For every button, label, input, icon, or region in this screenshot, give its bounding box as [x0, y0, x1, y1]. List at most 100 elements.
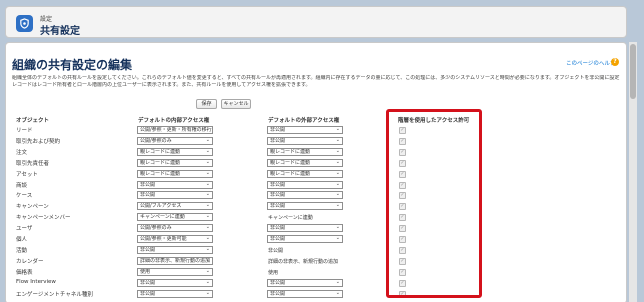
external-access-select[interactable]: 非公開 ⌄: [267, 290, 343, 298]
external-access-value: 非公開: [270, 192, 286, 198]
chevron-down-icon: ⌄: [205, 279, 210, 285]
row-object-label: 取引先責任者: [16, 161, 50, 167]
row-object-label: 価格表: [16, 270, 33, 276]
chevron-down-icon: ⌄: [205, 268, 210, 274]
external-access-value: 親レコードに連動: [270, 149, 311, 155]
internal-access-value: 公開/参照・更新可能: [140, 236, 187, 242]
internal-access-select[interactable]: 公開/参照のみ ⌄: [137, 137, 213, 145]
internal-access-select[interactable]: 使用 ⌄: [137, 268, 213, 276]
chevron-down-icon: ⌄: [205, 202, 210, 208]
external-access-select[interactable]: 非公開 ⌄: [267, 181, 343, 189]
internal-access-select[interactable]: 公開/フルアクセス ⌄: [137, 202, 213, 210]
external-access-select[interactable]: 非公開 ⌄: [267, 279, 343, 287]
row-object-label: 商談: [16, 183, 28, 189]
internal-access-value: キャンペーンに連動: [140, 214, 185, 220]
chevron-down-icon: ⌄: [335, 224, 340, 230]
description-line-1: 組織全体のデフォルトの共有ルールを設定してください。これらのデフォルト値を変更す…: [12, 75, 620, 81]
external-access-value: 非公開: [270, 182, 286, 188]
chevron-down-icon: ⌄: [205, 235, 210, 241]
external-access-select[interactable]: 親レコードに連動 ⌄: [267, 159, 343, 167]
internal-access-select[interactable]: 詳細の非表示、新規行動の追加 ⌄: [137, 257, 213, 265]
internal-access-select[interactable]: 公開/参照・更新・所有権の移行 ⌄: [137, 126, 213, 134]
external-access-value: 非公開: [270, 203, 286, 209]
row-object-label: リード: [16, 128, 33, 134]
external-access-value: 親レコードに連動: [270, 160, 311, 166]
chevron-down-icon: ⌄: [205, 257, 210, 263]
external-access-select[interactable]: 非公開 ⌄: [267, 224, 343, 232]
row-object-label: 注文: [16, 150, 28, 156]
internal-access-select[interactable]: 非公開 ⌄: [137, 181, 213, 189]
internal-access-value: 親レコードに連動: [140, 171, 181, 177]
page-scrollbar[interactable]: [629, 42, 637, 302]
save-button[interactable]: 保存: [196, 99, 217, 109]
internal-access-value: 非公開: [140, 291, 156, 297]
row-object-label: キャンペーンメンバー: [16, 215, 71, 221]
chevron-down-icon: ⌄: [205, 213, 210, 219]
chevron-down-icon: ⌄: [205, 246, 210, 252]
external-access-value: 非公開: [270, 127, 286, 133]
help-link[interactable]: このページのヘルプ: [566, 59, 615, 67]
internal-access-value: 親レコードに連動: [140, 160, 181, 166]
external-access-select[interactable]: 非公開 ⌄: [267, 235, 343, 243]
external-access-select[interactable]: 非公開 ⌄: [267, 202, 343, 210]
row-object-label: Flow Interview: [16, 279, 56, 285]
external-access-value: 非公開: [270, 138, 286, 144]
hierarchy-column-highlight: [386, 109, 482, 298]
chevron-down-icon: ⌄: [205, 170, 210, 176]
chevron-down-icon: ⌄: [335, 290, 340, 296]
row-object-label: アセット: [16, 172, 38, 178]
internal-access-select[interactable]: 親レコードに連動 ⌄: [137, 159, 213, 167]
internal-access-value: 非公開: [140, 182, 156, 188]
chevron-down-icon: ⌄: [205, 191, 210, 197]
chevron-down-icon: ⌄: [335, 148, 340, 154]
internal-access-value: 公開/参照のみ: [140, 138, 172, 144]
main-panel: 組織の共有設定の編集 このページのヘルプ ? 組織全体のデフォルトの共有ルールを…: [5, 42, 627, 302]
external-access-select[interactable]: 親レコードに連動 ⌄: [267, 170, 343, 178]
chevron-down-icon: ⌄: [205, 290, 210, 296]
internal-access-select[interactable]: 親レコードに連動 ⌄: [137, 148, 213, 156]
internal-access-select[interactable]: 親レコードに連動 ⌄: [137, 170, 213, 178]
header-title: 共有設定: [40, 26, 80, 37]
internal-access-select[interactable]: キャンペーンに連動 ⌄: [137, 213, 213, 221]
column-header-external: デフォルトの外部アクセス権: [268, 118, 340, 124]
internal-access-select[interactable]: 公開/参照・更新可能 ⌄: [137, 235, 213, 243]
external-access-text: 使用: [268, 270, 279, 276]
row-object-label: ユーザ: [16, 226, 33, 232]
internal-access-select[interactable]: 公開/参照のみ ⌄: [137, 224, 213, 232]
external-access-text: 非公開: [268, 248, 284, 254]
internal-access-value: 親レコードに連動: [140, 149, 181, 155]
internal-access-value: 使用: [140, 269, 151, 275]
internal-access-select[interactable]: 非公開 ⌄: [137, 246, 213, 254]
row-object-label: 活動: [16, 248, 28, 254]
description-line-2: レコードはレコード所有者とロール階層内の上位ユーザーに表示されます。また、共有ル…: [12, 82, 311, 88]
chevron-down-icon: ⌄: [335, 279, 340, 285]
internal-access-value: 非公開: [140, 247, 156, 253]
scrollbar-thumb[interactable]: [630, 44, 636, 99]
external-access-value: 非公開: [270, 236, 286, 242]
row-object-label: 取引先および契約: [16, 139, 61, 145]
external-access-select[interactable]: 非公開 ⌄: [267, 191, 343, 199]
external-access-value: 非公開: [270, 291, 286, 297]
chevron-down-icon: ⌄: [335, 159, 340, 165]
help-icon[interactable]: ?: [611, 58, 619, 66]
page-header: 設定 共有設定: [5, 6, 627, 38]
internal-access-select[interactable]: 非公開 ⌄: [137, 290, 213, 298]
chevron-down-icon: ⌄: [335, 170, 340, 176]
chevron-down-icon: ⌄: [205, 224, 210, 230]
chevron-down-icon: ⌄: [205, 159, 210, 165]
row-object-label: カレンダー: [16, 259, 44, 265]
chevron-down-icon: ⌄: [335, 202, 340, 208]
external-access-value: 非公開: [270, 280, 286, 286]
row-object-label: ケース: [16, 193, 33, 199]
cancel-button[interactable]: キャンセル: [221, 99, 251, 109]
external-access-select[interactable]: 非公開 ⌄: [267, 126, 343, 134]
chevron-down-icon: ⌄: [335, 181, 340, 187]
internal-access-select[interactable]: 非公開 ⌄: [137, 191, 213, 199]
internal-access-value: 非公開: [140, 280, 156, 286]
external-access-select[interactable]: 非公開 ⌄: [267, 137, 343, 145]
external-access-select[interactable]: 親レコードに連動 ⌄: [267, 148, 343, 156]
external-access-text: 詳細の非表示、新規行動の追加: [268, 259, 339, 265]
row-object-label: キャンペーン: [16, 204, 49, 210]
internal-access-select[interactable]: 非公開 ⌄: [137, 279, 213, 287]
chevron-down-icon: ⌄: [335, 235, 340, 241]
